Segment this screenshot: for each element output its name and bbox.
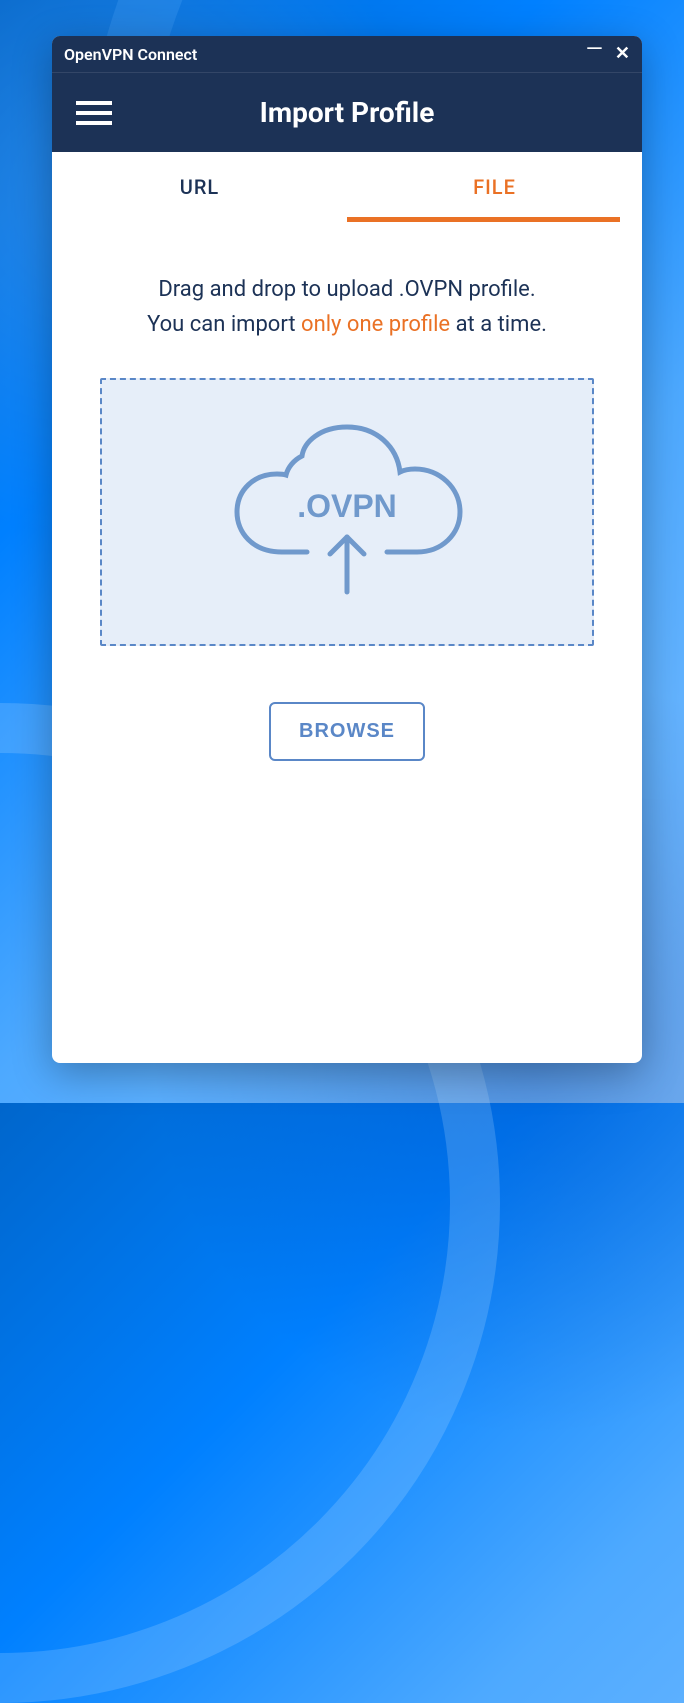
titlebar: OpenVPN Connect — ✕ <box>52 36 642 72</box>
instruction-line2-before: You can import <box>147 312 301 337</box>
instruction-highlight: only one profile <box>301 312 450 337</box>
app-window: OpenVPN Connect — ✕ Import Profile URL F… <box>52 36 642 1063</box>
cloud-upload-icon: .OVPN <box>222 422 472 602</box>
instruction-line1: Drag and drop to upload .OVPN profile. <box>158 277 535 302</box>
content-area: Drag and drop to upload .OVPN profile. Y… <box>52 222 642 761</box>
tab-file[interactable]: FILE <box>347 152 642 222</box>
instructions-text: Drag and drop to upload .OVPN profile. Y… <box>100 272 594 342</box>
tab-url[interactable]: URL <box>52 152 347 222</box>
close-icon[interactable]: ✕ <box>615 45 630 63</box>
hamburger-icon[interactable] <box>76 101 112 125</box>
header: Import Profile <box>52 72 642 152</box>
browse-button[interactable]: BROWSE <box>269 702 425 761</box>
window-title: OpenVPN Connect <box>64 45 197 64</box>
svg-text:.OVPN: .OVPN <box>297 488 397 524</box>
window-controls: — ✕ <box>586 39 630 69</box>
page-title: Import Profile <box>52 96 642 129</box>
minimize-icon[interactable]: — <box>586 39 603 69</box>
tabs: URL FILE <box>52 152 642 222</box>
instruction-line2-after: at a time. <box>450 312 547 337</box>
file-dropzone[interactable]: .OVPN <box>100 378 594 646</box>
